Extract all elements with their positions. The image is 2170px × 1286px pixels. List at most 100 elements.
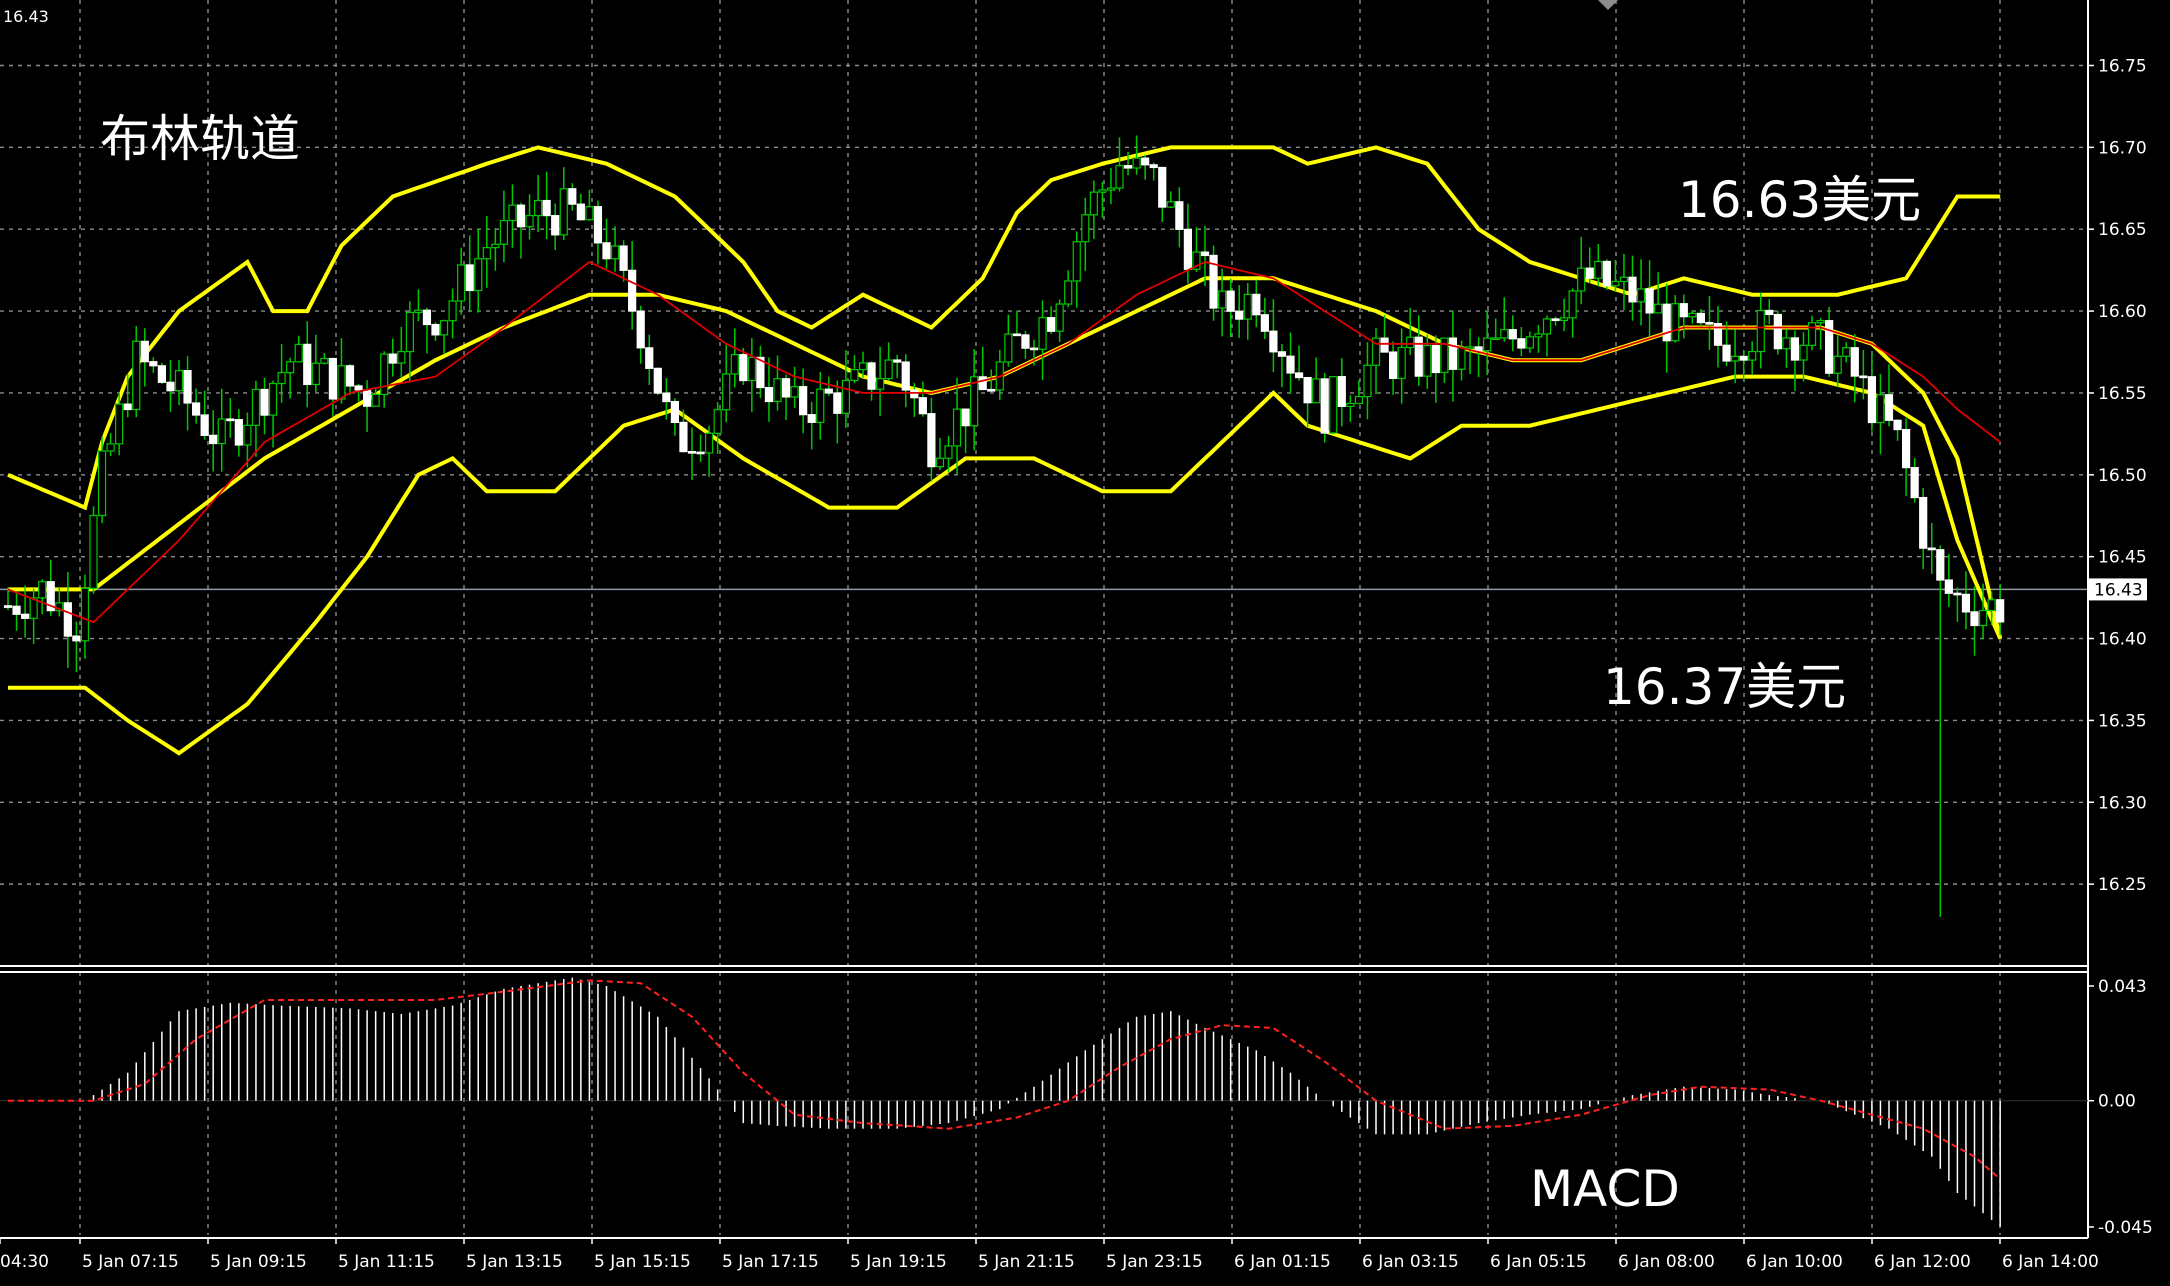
- candle-up: [1081, 214, 1090, 243]
- candle-up: [1807, 322, 1817, 347]
- candle-up: [875, 378, 885, 390]
- candle-up: [1654, 303, 1663, 314]
- y-tick-label: 16.45: [2098, 548, 2147, 568]
- top-left-value: 16.43: [3, 7, 49, 26]
- candle-up: [884, 359, 893, 380]
- candle-down: [978, 376, 987, 391]
- macd-tick-label: 0.00: [2098, 1092, 2136, 1112]
- candle-down: [961, 408, 970, 427]
- candle-down: [363, 389, 372, 407]
- candle-down: [1773, 313, 1782, 350]
- candle-down: [653, 367, 662, 394]
- candle-up: [1611, 280, 1620, 287]
- candle-down: [1286, 355, 1295, 374]
- candle-up: [414, 309, 423, 314]
- candle-up: [1619, 276, 1629, 283]
- candle-up: [286, 361, 295, 374]
- x-tick-label: 6 Jan 03:15: [1362, 1252, 1459, 1272]
- candle-up: [439, 320, 449, 336]
- candle-down: [260, 388, 269, 416]
- candle-up: [1064, 280, 1073, 305]
- candle-down: [551, 214, 560, 236]
- candle-up: [89, 514, 98, 589]
- x-tick-label: 5 Jan 07:15: [82, 1252, 179, 1272]
- candle-up: [80, 587, 90, 642]
- candle-up: [482, 247, 491, 260]
- candle-down: [1388, 351, 1398, 379]
- candle-down: [568, 188, 577, 205]
- candle-down: [1919, 496, 1928, 549]
- candle-down: [602, 242, 611, 260]
- candle-up: [1568, 290, 1577, 319]
- candle-down: [628, 269, 637, 312]
- candle-up: [132, 340, 141, 411]
- macd-label: MACD: [1530, 1160, 1680, 1218]
- y-tick-label: 16.55: [2098, 384, 2147, 404]
- candle-down: [192, 402, 201, 416]
- candle-up: [1542, 318, 1552, 335]
- candle-up: [1987, 599, 1996, 612]
- candle-up: [841, 379, 851, 414]
- candle-down: [140, 340, 149, 363]
- y-tick-label: 16.35: [2098, 711, 2147, 731]
- candle-down: [619, 245, 628, 271]
- candle-down: [1765, 309, 1774, 316]
- candle-up: [1594, 260, 1603, 279]
- x-tick-label: 5 Jan 17:15: [722, 1252, 819, 1272]
- candle-down: [1850, 347, 1859, 377]
- candle-down: [388, 353, 397, 364]
- candle-down: [1123, 165, 1133, 169]
- candle-down: [1158, 166, 1167, 208]
- x-tick-label: 5 Jan 13:15: [466, 1252, 563, 1272]
- candle-up: [722, 373, 731, 411]
- candle-up: [585, 206, 594, 221]
- candle-up: [457, 264, 466, 302]
- candle-up: [1465, 346, 1475, 350]
- candle-down: [157, 365, 166, 383]
- candle-down: [1790, 337, 1800, 361]
- candle-up: [1500, 329, 1509, 339]
- candle-down: [1141, 157, 1150, 166]
- candle-down: [422, 309, 432, 326]
- candle-down: [636, 310, 645, 349]
- candle-down: [1320, 378, 1329, 434]
- candle-down: [1183, 228, 1193, 270]
- x-tick-label: 5 Jan 23:15: [1106, 1252, 1203, 1272]
- candle-up: [38, 581, 47, 599]
- candle-down: [1175, 201, 1184, 230]
- candle-down: [1149, 164, 1158, 169]
- candle-up: [1406, 336, 1415, 349]
- candle-down: [345, 365, 355, 387]
- candle-down: [21, 613, 30, 619]
- y-tick-label: 16.50: [2098, 466, 2147, 486]
- candle-down: [200, 414, 209, 436]
- candle-down: [987, 388, 996, 392]
- macd-tick-label: 0.043: [2098, 977, 2147, 997]
- candle-down: [1277, 351, 1287, 357]
- candle-down: [1508, 329, 1517, 340]
- candle-up: [935, 457, 945, 468]
- candle-down: [1294, 372, 1304, 379]
- candle-up: [1312, 378, 1321, 404]
- candle-down: [696, 451, 705, 455]
- candle-down: [1474, 346, 1483, 352]
- macd-tick-label: -0.045: [2098, 1218, 2153, 1238]
- candle-down: [1252, 293, 1261, 316]
- candle-down: [1235, 310, 1244, 320]
- candle-up: [1636, 288, 1646, 303]
- x-tick-label: 6 Jan 05:15: [1490, 1252, 1587, 1272]
- candle-up: [816, 388, 825, 423]
- candle-down: [918, 397, 927, 415]
- candle-up: [1756, 309, 1765, 353]
- x-tick-label: 5 Jan 11:15: [338, 1252, 435, 1272]
- candle-up: [1816, 320, 1825, 324]
- y-tick-label: 16.75: [2098, 56, 2147, 76]
- candle-down: [1602, 260, 1611, 287]
- candle-down: [1927, 547, 1936, 551]
- candle-up: [1166, 201, 1175, 208]
- candle-down: [1448, 337, 1458, 370]
- candle-down: [824, 388, 833, 394]
- candle-down: [679, 421, 688, 453]
- candle-up: [1559, 317, 1569, 322]
- candle-down: [123, 403, 132, 411]
